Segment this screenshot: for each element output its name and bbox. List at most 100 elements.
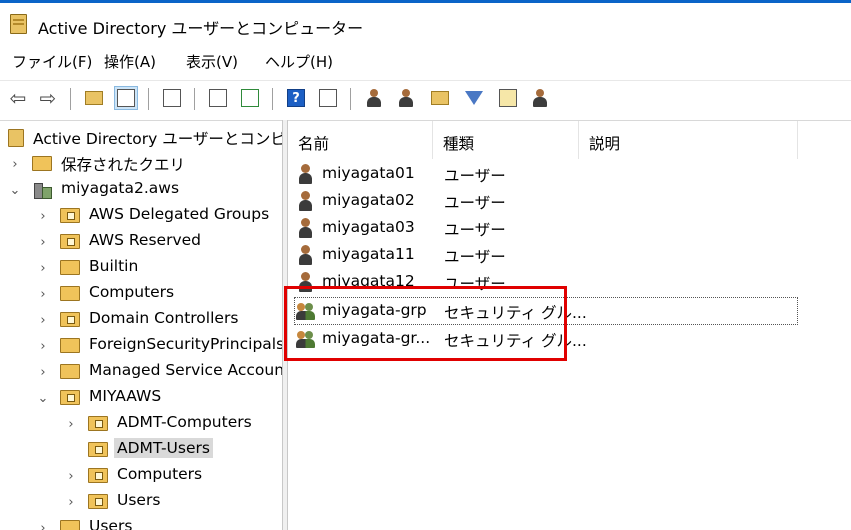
column-header-type[interactable]: 種類: [433, 121, 579, 159]
folder-icon: [60, 364, 80, 379]
refresh-button[interactable]: [238, 86, 262, 110]
menu-file[interactable]: ファイル(F): [12, 51, 92, 72]
action-pane-button[interactable]: [316, 86, 340, 110]
find-icon: [499, 89, 517, 107]
chevron-down-icon[interactable]: ⌄: [36, 391, 50, 406]
tree-item-label: ADMT-Users: [114, 438, 213, 458]
console-root-icon: [8, 129, 24, 147]
chevron-right-icon[interactable]: ›: [36, 521, 50, 530]
list-row-user[interactable]: miyagata03 ユーザー: [294, 215, 798, 241]
column-header-description[interactable]: 説明: [579, 121, 798, 159]
copy-button[interactable]: [206, 86, 230, 110]
tree-item-miyaaws-users[interactable]: › Users: [0, 489, 282, 515]
tree-item-managed-service-accounts[interactable]: › Managed Service Accounts: [0, 359, 282, 385]
cell-type: ユーザー: [444, 248, 506, 266]
annotation-highlight-box: [284, 286, 567, 361]
folder-icon: [60, 260, 80, 275]
toolbar-separator: [350, 88, 351, 110]
toolbar-separator: [272, 88, 273, 110]
help-icon: ?: [287, 89, 305, 107]
tree-item-label: Domain Controllers: [89, 309, 239, 327]
chevron-right-icon[interactable]: ›: [36, 365, 50, 380]
new-group-button[interactable]: [394, 86, 418, 110]
menu-help[interactable]: ヘルプ(H): [265, 51, 333, 72]
new-group-icon: [396, 88, 416, 108]
list-row-user[interactable]: miyagata01 ユーザー: [294, 161, 798, 187]
help-button[interactable]: ?: [284, 86, 308, 110]
cell-type: ユーザー: [444, 194, 506, 212]
tree-item-label: ADMT-Computers: [117, 413, 252, 431]
tree-item-admt-computers[interactable]: › ADMT-Computers: [0, 411, 282, 437]
folder-icon: [60, 520, 80, 530]
new-user-icon: [364, 88, 384, 108]
tree-item-label: Managed Service Accounts: [89, 361, 282, 379]
menu-view[interactable]: 表示(V): [186, 51, 238, 72]
menu-action[interactable]: 操作(A): [104, 51, 156, 72]
tree-item-aws-reserved[interactable]: › AWS Reserved: [0, 229, 282, 255]
chevron-right-icon[interactable]: ›: [64, 417, 78, 432]
menu-bar: ファイル(F) 操作(A) 表示(V) ヘルプ(H): [0, 47, 851, 75]
tree-root-label: Active Directory ユーザーとコンピュー: [33, 130, 282, 148]
new-user-button[interactable]: [362, 86, 386, 110]
tree-item-users[interactable]: › Users: [0, 515, 282, 530]
tree-item-foreign-security-principals[interactable]: › ForeignSecurityPrincipals: [0, 333, 282, 359]
window-title: Active Directory ユーザーとコンピューター: [38, 19, 364, 38]
console-tree-icon: [117, 89, 135, 107]
cell-name: miyagata02: [322, 191, 415, 209]
new-ou-button[interactable]: [428, 86, 452, 110]
find-button[interactable]: [496, 86, 520, 110]
tree-item-aws-delegated-groups[interactable]: › AWS Delegated Groups: [0, 203, 282, 229]
chevron-right-icon[interactable]: ›: [36, 339, 50, 354]
ou-icon: [88, 416, 108, 431]
filter-button[interactable]: [462, 86, 486, 110]
tree-item-admt-users[interactable]: ADMT-Users: [0, 437, 282, 463]
user-icon: [296, 191, 316, 211]
list-row-user[interactable]: miyagata11 ユーザー: [294, 242, 798, 268]
chevron-right-icon[interactable]: ›: [64, 495, 78, 510]
console-tree[interactable]: Active Directory ユーザーとコンピュー › 保存されたクエリ ⌄…: [0, 120, 282, 530]
arrow-left-icon: ⇦: [9, 86, 27, 110]
chevron-down-icon[interactable]: ⌄: [8, 183, 22, 198]
chevron-right-icon[interactable]: ›: [64, 469, 78, 484]
chevron-right-icon[interactable]: ›: [36, 209, 50, 224]
cell-name: miyagata11: [322, 245, 415, 263]
tree-item-label: AWS Reserved: [89, 231, 201, 249]
tree-item-miyaaws[interactable]: ⌄ MIYAAWS: [0, 385, 282, 411]
document-icon: [209, 89, 227, 107]
properties-button[interactable]: [160, 86, 184, 110]
add-to-group-icon: [530, 88, 550, 108]
tree-item-label: Builtin: [89, 257, 139, 275]
tree-item-label: Computers: [117, 465, 203, 483]
tree-item-domain-controllers[interactable]: › Domain Controllers: [0, 307, 282, 333]
add-to-group-button[interactable]: [528, 86, 552, 110]
tree-item-label: 保存されたクエリ: [61, 156, 186, 174]
tree-item-builtin[interactable]: › Builtin: [0, 255, 282, 281]
folder-icon: [60, 338, 80, 353]
user-icon: [296, 245, 316, 265]
show-hide-tree-button[interactable]: [114, 86, 138, 110]
refresh-icon: [241, 89, 259, 107]
chevron-right-icon[interactable]: ›: [36, 261, 50, 276]
back-button[interactable]: ⇦: [6, 86, 30, 110]
tree-item-label: Computers: [89, 283, 175, 301]
tree-item-label: Users: [89, 517, 133, 530]
chevron-placeholder: [64, 443, 78, 457]
tree-item-miyaaws-computers[interactable]: › Computers: [0, 463, 282, 489]
chevron-right-icon[interactable]: ›: [36, 287, 50, 302]
tree-item-domain[interactable]: ⌄ miyagata2.aws: [0, 177, 282, 203]
chevron-right-icon[interactable]: ›: [36, 313, 50, 328]
column-header-name[interactable]: 名前: [288, 121, 433, 159]
tree-root[interactable]: Active Directory ユーザーとコンピュー: [0, 125, 282, 151]
up-level-button[interactable]: [82, 86, 106, 110]
title-bar: Active Directory ユーザーとコンピューター: [0, 3, 851, 43]
tree-item-saved-queries[interactable]: › 保存されたクエリ: [0, 151, 282, 177]
new-ou-icon: [431, 91, 449, 105]
forward-button[interactable]: ⇨: [36, 86, 60, 110]
list-row-user[interactable]: miyagata02 ユーザー: [294, 188, 798, 214]
user-icon: [296, 218, 316, 238]
tree-item-computers[interactable]: › Computers: [0, 281, 282, 307]
tree-item-label: AWS Delegated Groups: [89, 205, 270, 223]
chevron-right-icon[interactable]: ›: [8, 157, 22, 172]
ou-icon: [60, 312, 80, 327]
chevron-right-icon[interactable]: ›: [36, 235, 50, 250]
